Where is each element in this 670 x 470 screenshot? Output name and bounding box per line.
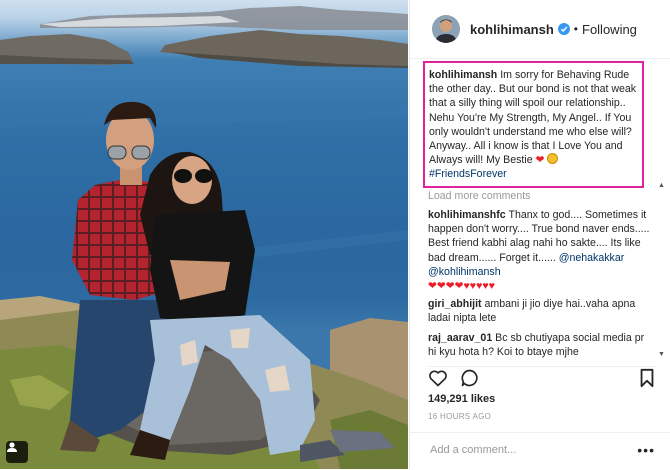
post-photo[interactable] — [0, 0, 408, 469]
post-timestamp[interactable]: 16 HOURS AGO — [428, 412, 491, 421]
separator-dot: • — [573, 22, 578, 36]
comment-username[interactable]: kohlihimanshfc — [428, 209, 506, 221]
instagram-post: kohlihimansh • Following kohlihimansh Im… — [0, 0, 670, 469]
heart-emoji: ❤ — [535, 154, 545, 167]
following-button[interactable]: Following — [582, 22, 637, 37]
comment-username[interactable]: giri_abhijit — [428, 298, 482, 310]
comment-bubble-icon[interactable] — [460, 367, 480, 393]
comment-mention[interactable]: @nehakakkar — [559, 252, 625, 264]
add-comment-input[interactable] — [428, 443, 632, 457]
comment-mention[interactable]: @kohlihimansh — [428, 266, 501, 278]
comments-scrollbar[interactable]: ▲ ▼ — [658, 182, 667, 358]
scroll-up-icon[interactable]: ▲ — [658, 182, 665, 189]
comment-username[interactable]: raj_aarav_01 — [428, 332, 492, 344]
photo-scene — [0, 6, 408, 469]
comment-item: kohlihimanshfc Thanx to god.... Sometime… — [428, 208, 650, 293]
bookmark-icon[interactable] — [638, 367, 656, 393]
post-header: kohlihimansh • Following — [410, 0, 670, 59]
heart-icon[interactable] — [428, 367, 448, 393]
avatar[interactable] — [432, 15, 460, 43]
scroll-down-icon[interactable]: ▼ — [658, 351, 665, 358]
comment-item: giri_abhijit ambani ji jio diye hai..vah… — [428, 297, 650, 325]
post-side-panel: kohlihimansh • Following kohlihimansh Im… — [409, 0, 670, 469]
load-more-comments-link[interactable]: Load more comments — [428, 190, 530, 202]
user-tag-icon[interactable] — [6, 441, 28, 463]
comment-hearts: ❤❤❤❤♥♥♥♥♥ — [428, 280, 495, 293]
verified-badge-icon — [557, 23, 570, 35]
caption-text: Im sorry for Behaving Rude the other day… — [429, 69, 637, 167]
likes-count[interactable]: 149,291 likes — [428, 393, 495, 405]
comment-item: raj_aarav_01 Bc sb chutiyapa social medi… — [428, 331, 650, 359]
more-options-icon[interactable]: ••• — [637, 442, 655, 458]
post-actions-bar — [428, 366, 656, 389]
post-username[interactable]: kohlihimansh — [470, 22, 554, 37]
add-comment-bar: ••• — [410, 432, 670, 470]
caption-highlight-box: kohlihimansh Im sorry for Behaving Rude … — [423, 61, 644, 188]
smiley-emoji-icon — [547, 153, 559, 165]
caption-hashtag[interactable]: #FriendsForever — [429, 168, 507, 180]
caption-username[interactable]: kohlihimansh — [429, 69, 497, 81]
